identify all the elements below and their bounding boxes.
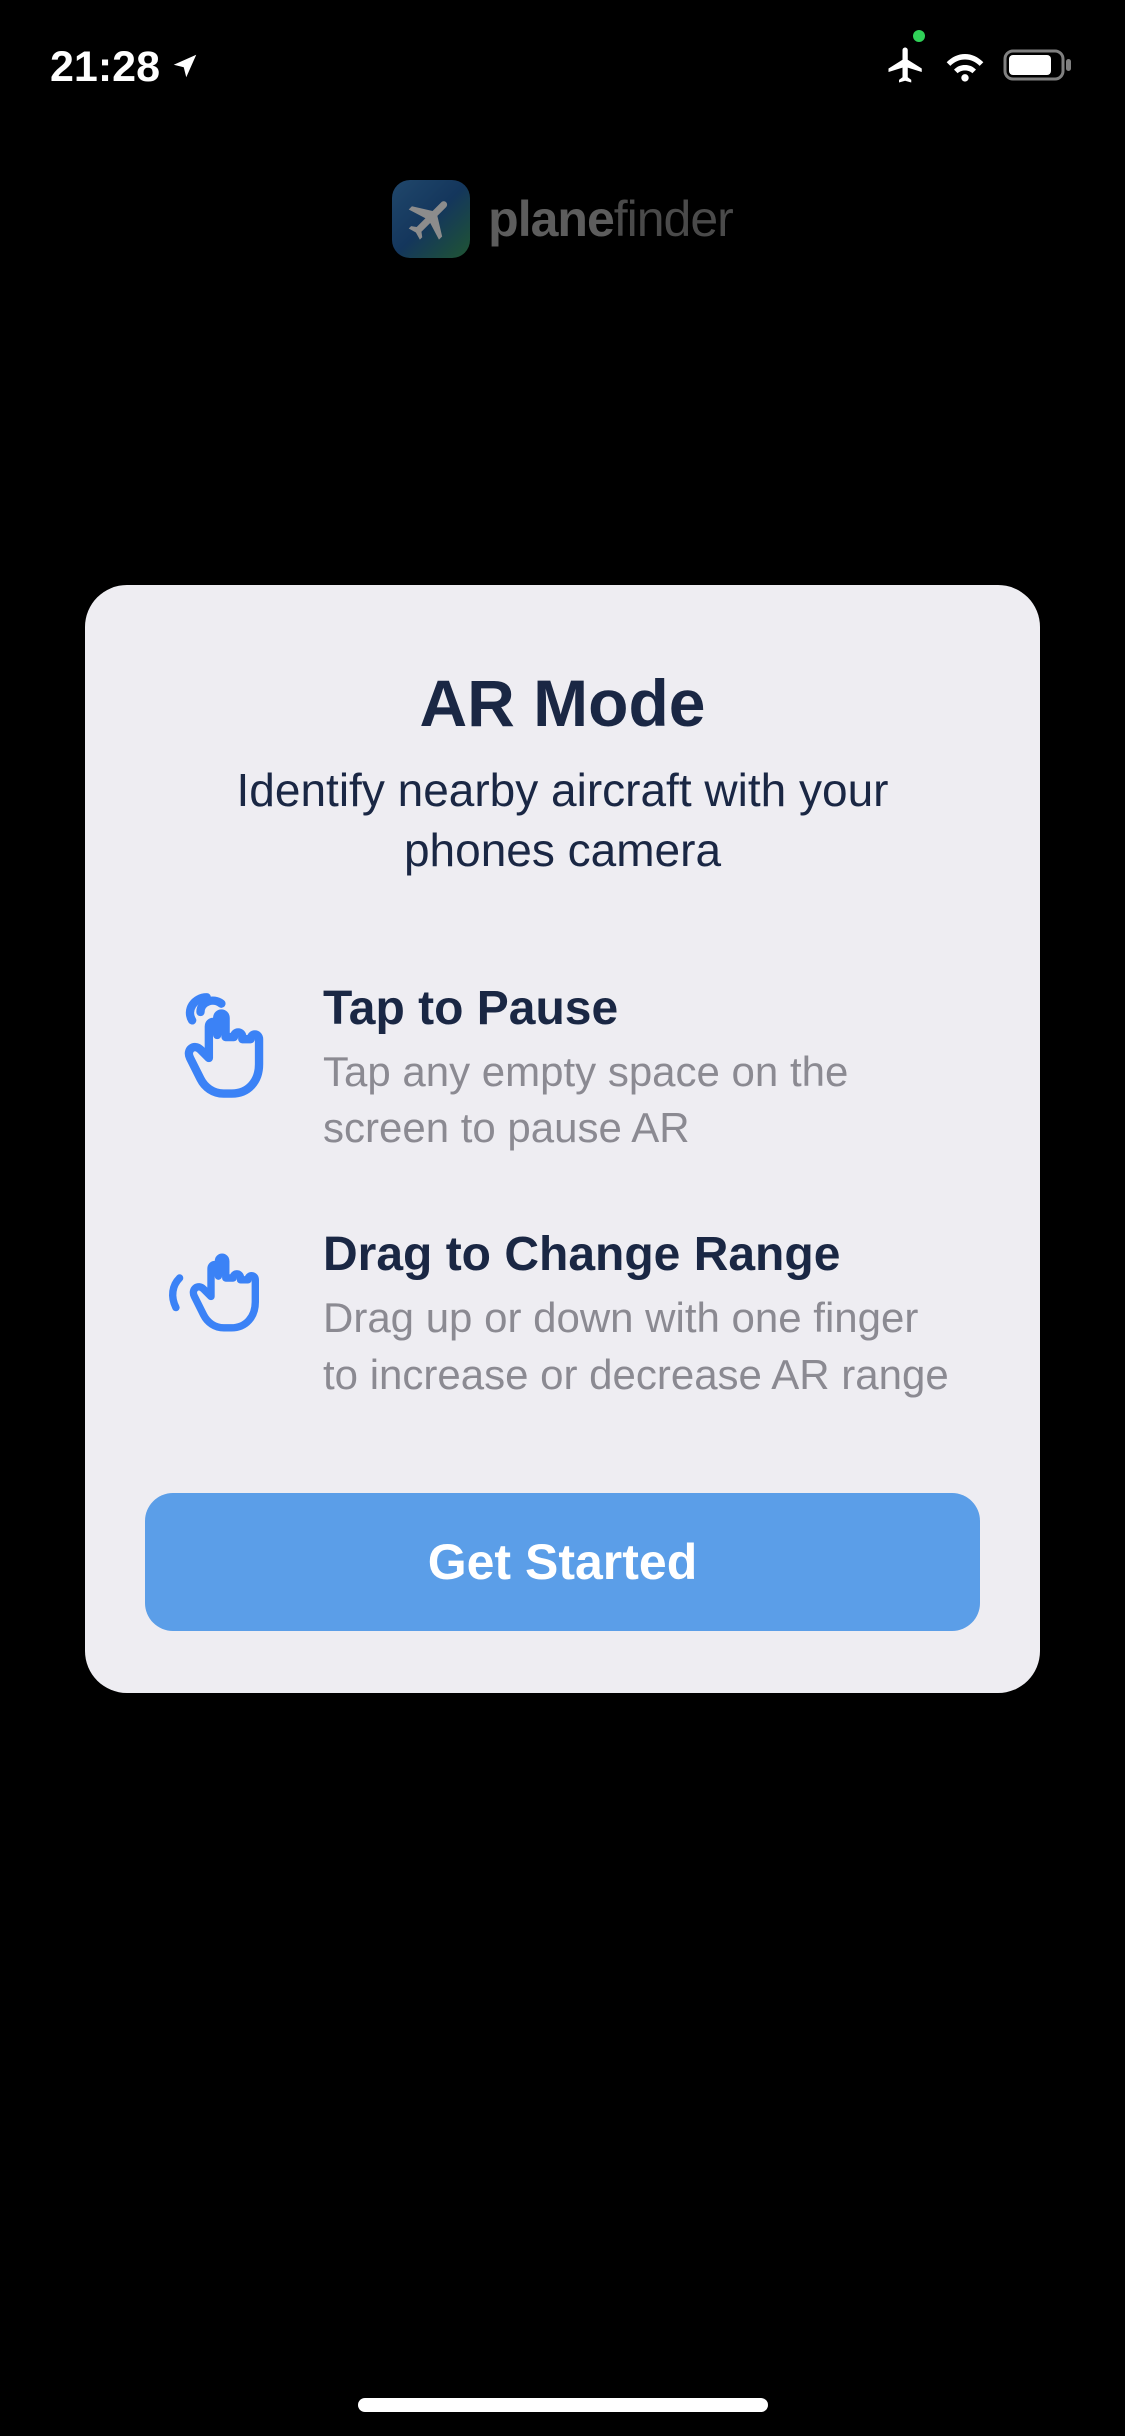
feature-content: Tap to Pause Tap any empty space on the … [323, 981, 962, 1157]
app-logo-text: planefinder [488, 190, 733, 248]
privacy-indicator-dot [913, 30, 925, 42]
status-bar: 21:28 [0, 0, 1125, 110]
feature-content: Drag to Change Range Drag up or down wit… [323, 1227, 962, 1403]
airplane-mode-icon [885, 44, 927, 91]
battery-icon [1003, 47, 1075, 88]
home-indicator[interactable] [358, 2398, 768, 2412]
status-right [885, 44, 1075, 91]
wifi-icon [943, 48, 987, 87]
get-started-button[interactable]: Get Started [145, 1493, 980, 1631]
drag-gesture-icon [163, 1227, 283, 1345]
feature-item-drag: Drag to Change Range Drag up or down wit… [163, 1227, 962, 1403]
feature-list: Tap to Pause Tap any empty space on the … [145, 981, 980, 1404]
feature-title: Tap to Pause [323, 981, 962, 1036]
ar-mode-modal: AR Mode Identify nearby aircraft with yo… [85, 585, 1040, 1693]
feature-item-tap: Tap to Pause Tap any empty space on the … [163, 981, 962, 1157]
feature-description: Tap any empty space on the screen to pau… [323, 1044, 962, 1157]
feature-title: Drag to Change Range [323, 1227, 962, 1282]
tap-gesture-icon [163, 981, 283, 1104]
logo-text-light: finder [614, 191, 733, 247]
app-logo-area: planefinder [0, 180, 1125, 258]
modal-title: AR Mode [145, 665, 980, 741]
location-arrow-icon [170, 43, 200, 92]
app-icon [392, 180, 470, 258]
modal-subtitle: Identify nearby aircraft with your phone… [145, 761, 980, 881]
status-time: 21:28 [50, 43, 160, 92]
status-left: 21:28 [50, 43, 200, 92]
logo-text-bold: plane [488, 191, 614, 247]
feature-description: Drag up or down with one finger to incre… [323, 1290, 962, 1403]
